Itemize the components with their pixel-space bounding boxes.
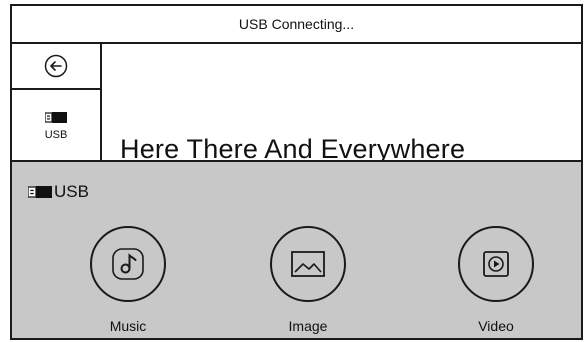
video-label: Video	[478, 318, 514, 334]
status-title-bar: USB Connecting...	[12, 6, 581, 44]
back-button[interactable]	[12, 44, 100, 90]
usb-drive-icon	[28, 186, 52, 198]
image-button[interactable]: Image	[258, 226, 358, 334]
music-button[interactable]: Music	[78, 226, 178, 334]
status-title: USB Connecting...	[238, 16, 355, 32]
back-arrow-icon	[44, 54, 68, 78]
music-note-icon	[112, 248, 144, 280]
image-label: Image	[288, 318, 328, 334]
image-circle	[270, 226, 346, 302]
video-play-icon	[483, 251, 509, 277]
source-panel: USB Music Image Video	[12, 160, 581, 338]
video-circle	[458, 226, 534, 302]
screen-frame: USB Connecting... USB Here There And Eve…	[10, 4, 583, 340]
usb-source-button[interactable]: USB	[12, 90, 100, 162]
music-label: Music	[109, 318, 147, 334]
panel-title: USB	[54, 182, 89, 201]
panel-header: USB	[28, 182, 89, 202]
left-nav-column: USB	[12, 44, 102, 162]
music-circle	[90, 226, 166, 302]
usb-source-label: USB	[44, 128, 68, 141]
usb-drive-icon	[45, 111, 67, 123]
video-button[interactable]: Video	[446, 226, 546, 334]
image-icon	[291, 251, 325, 277]
